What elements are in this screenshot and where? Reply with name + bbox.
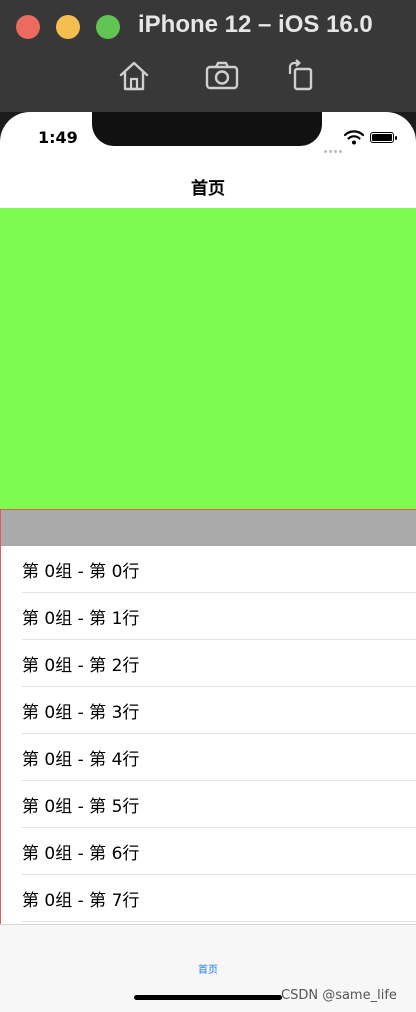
table-row[interactable]: 第 0组 - 第 2行 (1, 640, 416, 687)
rotate-button[interactable] (283, 58, 319, 94)
tab-home[interactable]: 首页 (0, 961, 416, 976)
screenshot-button[interactable] (204, 58, 240, 94)
home-icon (119, 61, 149, 91)
table-row[interactable]: 第 0组 - 第 0行 (1, 546, 416, 593)
table-row[interactable]: 第 0组 - 第 6行 (1, 828, 416, 875)
simulator-title-bar: iPhone 12 – iOS 16.0 (0, 0, 416, 112)
status-time: 1:49 (38, 128, 78, 147)
table-row[interactable]: 第 0组 - 第 5行 (1, 781, 416, 828)
navigation-bar: 首页 (0, 164, 416, 208)
minimize-window-button[interactable] (56, 15, 80, 39)
table-view[interactable]: 第 0组 - 第 0行 第 0组 - 第 1行 第 0组 - 第 2行 第 0组… (0, 510, 416, 924)
wifi-icon (343, 129, 365, 145)
cellular-signal-icon (324, 138, 344, 153)
watermark: CSDN @same_life (281, 988, 397, 1003)
camera-icon (205, 61, 239, 90)
table-header-view (0, 208, 416, 510)
window-title: iPhone 12 – iOS 16.0 (138, 11, 373, 38)
rotate-icon (288, 59, 313, 91)
notch (92, 112, 322, 146)
battery-icon (370, 132, 397, 143)
table-row[interactable]: 第 0组 - 第 4行 (1, 734, 416, 781)
device-frame: 1:49 首页 第 0组 - 第 0行 第 0组 - 第 1行 第 0组 - 第… (0, 112, 416, 1012)
home-button[interactable] (116, 58, 152, 94)
table-row[interactable]: 第 0组 - 第 3行 (1, 687, 416, 734)
home-indicator[interactable] (134, 995, 282, 1000)
section-header (1, 510, 416, 546)
table-row[interactable]: 第 0组 - 第 7行 (1, 875, 416, 922)
device-screen: 1:49 首页 第 0组 - 第 0行 第 0组 - 第 1行 第 0组 - 第… (0, 112, 416, 1012)
close-window-button[interactable] (16, 15, 40, 39)
table-row[interactable]: 第 0组 - 第 1行 (1, 593, 416, 640)
zoom-window-button[interactable] (96, 15, 120, 39)
nav-title: 首页 (191, 178, 225, 199)
